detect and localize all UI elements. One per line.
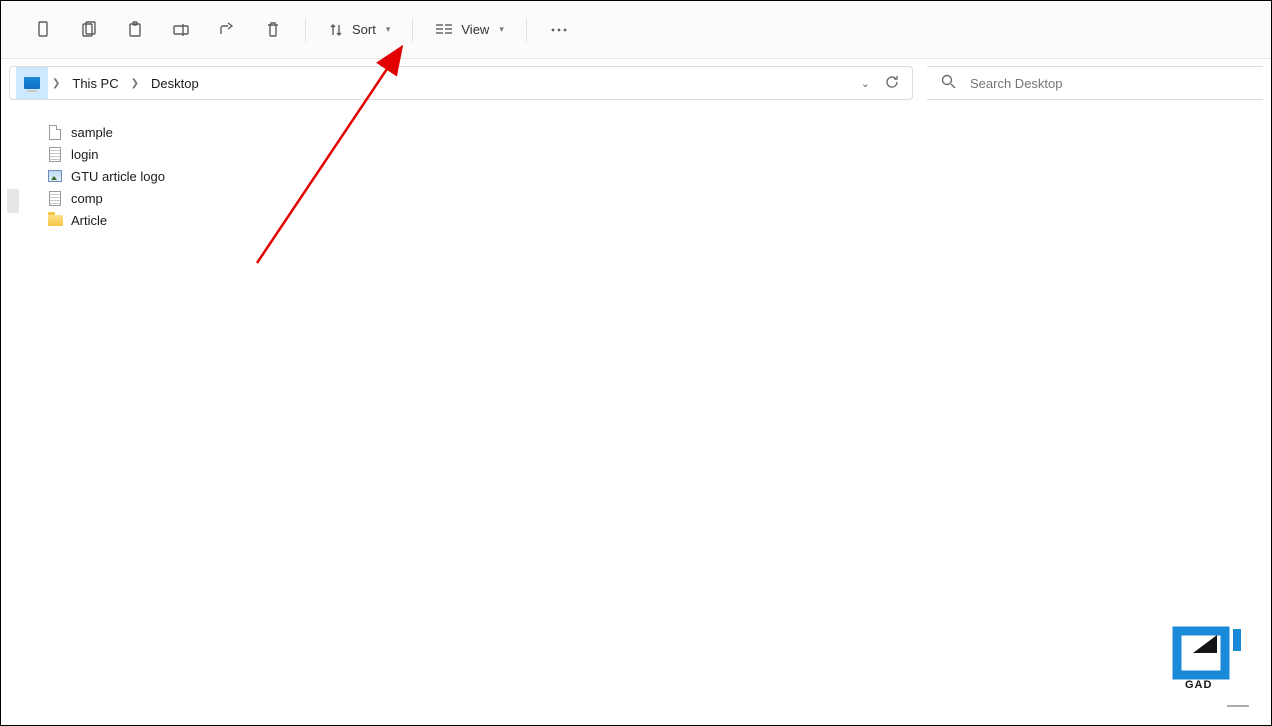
refresh-button[interactable]: [884, 74, 900, 93]
file-name: login: [71, 147, 98, 162]
address-history-chevron-icon[interactable]: ⌄: [861, 77, 870, 90]
nav-pane-handle[interactable]: [7, 189, 19, 213]
this-pc-icon: [24, 77, 40, 89]
view-button[interactable]: View ▾: [425, 12, 513, 48]
sort-button[interactable]: Sort ▾: [318, 12, 400, 48]
content-area: sample login GTU article logo comp Article: [1, 107, 1271, 725]
rename-button[interactable]: [161, 12, 201, 48]
img-file-icon: [47, 168, 63, 184]
file-item[interactable]: GTU article logo: [27, 165, 165, 187]
view-label: View: [461, 22, 489, 37]
sort-label: Sort: [352, 22, 376, 37]
file-item[interactable]: login: [27, 143, 165, 165]
breadcrumb-label: This PC: [72, 76, 118, 91]
file-item[interactable]: comp: [27, 187, 165, 209]
more-button[interactable]: [539, 12, 579, 48]
blank-file-icon: [47, 124, 63, 140]
toolbar-separator: [412, 18, 413, 42]
file-name: comp: [71, 191, 103, 206]
address-bar[interactable]: ❯ This PC ❯ Desktop ⌄: [9, 66, 913, 100]
search-bar[interactable]: [927, 66, 1263, 100]
breadcrumb-this-pc[interactable]: This PC: [64, 67, 126, 99]
file-name: sample: [71, 125, 113, 140]
file-item[interactable]: Article: [27, 209, 165, 231]
breadcrumb-root-icon[interactable]: [16, 67, 48, 99]
toolbar-separator: [305, 18, 306, 42]
resize-handle[interactable]: [1227, 705, 1249, 707]
folder-ic-icon: [47, 212, 63, 228]
toolbar: Sort ▾ View ▾: [1, 1, 1271, 59]
search-input[interactable]: [968, 75, 1263, 92]
breadcrumb-separator: ❯: [48, 78, 64, 89]
search-icon: [941, 74, 956, 92]
view-icon: [435, 23, 453, 37]
breadcrumb-desktop[interactable]: Desktop: [143, 67, 207, 99]
cut-button[interactable]: [23, 12, 63, 48]
text-file-icon: [47, 146, 63, 162]
chevron-down-icon: ▾: [499, 24, 504, 35]
watermark-text: GAD: [1185, 679, 1212, 691]
toolbar-separator: [526, 18, 527, 42]
text-file-icon: [47, 190, 63, 206]
chevron-down-icon: ▾: [386, 24, 391, 35]
nav-pane-collapsed[interactable]: [1, 107, 27, 725]
delete-button[interactable]: [253, 12, 293, 48]
file-name: GTU article logo: [71, 169, 165, 184]
file-item[interactable]: sample: [27, 121, 165, 143]
explorer-window: Sort ▾ View ▾ ❯ This PC ❯ Desk: [0, 0, 1272, 726]
sort-icon: [328, 22, 344, 38]
watermark-logo: GAD: [1171, 619, 1261, 691]
copy-button[interactable]: [69, 12, 109, 48]
share-button[interactable]: [207, 12, 247, 48]
breadcrumb-separator: ❯: [127, 78, 143, 89]
navigation-row: ❯ This PC ❯ Desktop ⌄: [1, 59, 1271, 107]
paste-button[interactable]: [115, 12, 155, 48]
file-list: sample login GTU article logo comp Article: [27, 107, 165, 725]
file-name: Article: [71, 213, 107, 228]
breadcrumb-label: Desktop: [151, 76, 199, 91]
